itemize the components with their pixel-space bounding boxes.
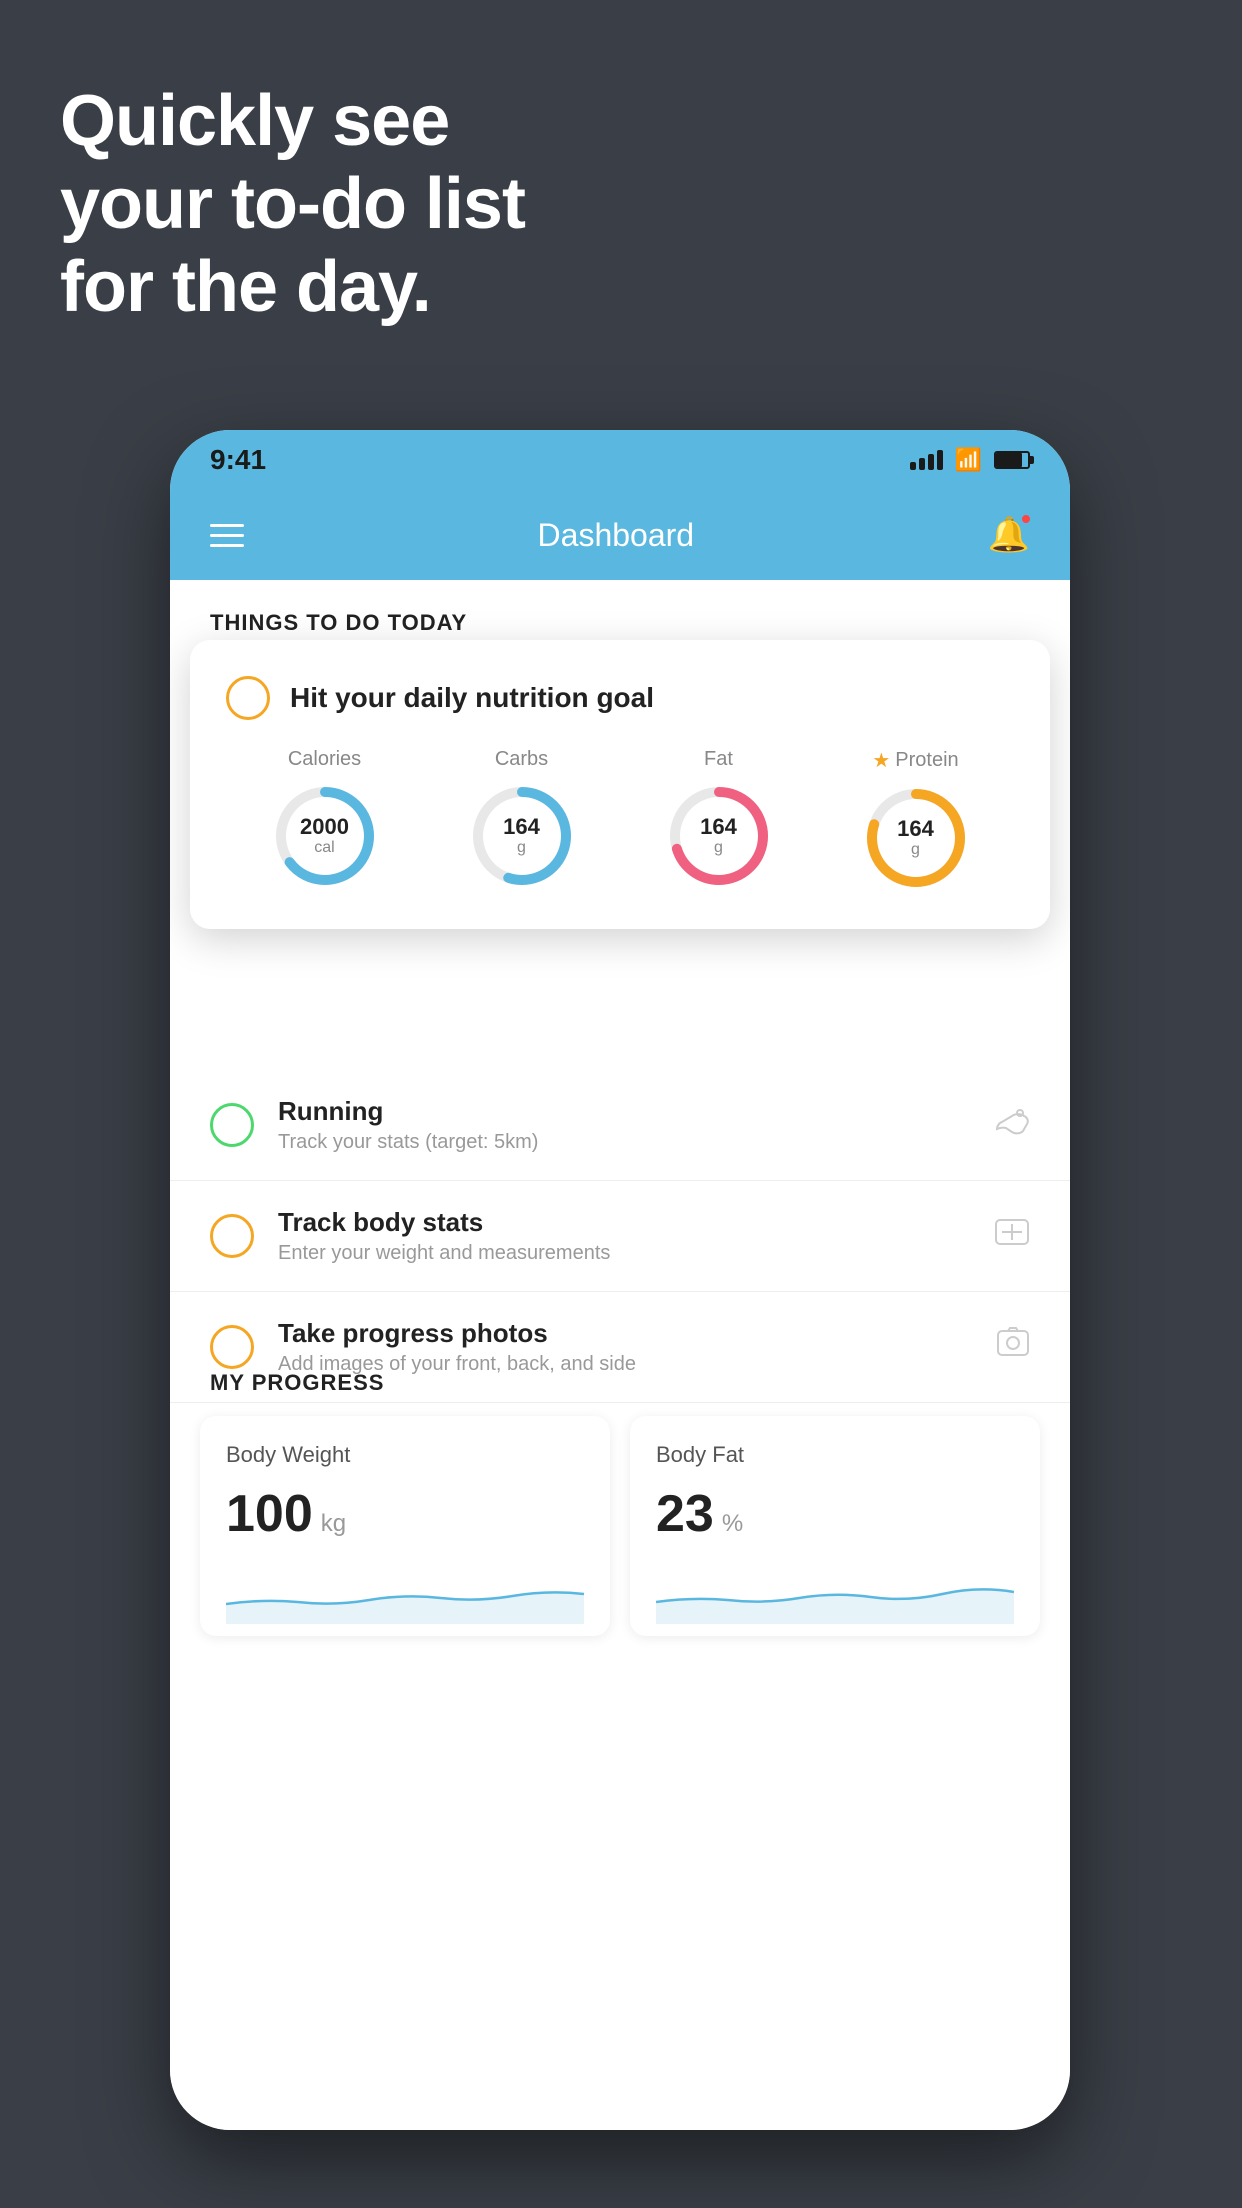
notification-dot: [1020, 513, 1032, 525]
todo-circle-body-stats: [210, 1214, 254, 1258]
protein-label: Protein: [895, 749, 958, 772]
headline-line1: Quickly see: [60, 80, 525, 163]
body-weight-value: 100: [226, 1484, 313, 1544]
todo-item-running[interactable]: Running Track your stats (target: 5km): [170, 1070, 1070, 1181]
body-weight-label: Body Weight: [226, 1442, 584, 1468]
header-title: Dashboard: [538, 517, 695, 554]
progress-cards: Body Weight 100 kg Body Fat 23 %: [170, 1416, 1070, 1636]
calories-donut: 2000 cal: [270, 781, 380, 891]
hamburger-menu-icon[interactable]: [210, 524, 244, 547]
notification-bell-icon[interactable]: 🔔: [988, 515, 1030, 555]
app-header: Dashboard 🔔: [170, 490, 1070, 580]
protein-donut: 164 g: [861, 783, 971, 893]
fat-unit: g: [700, 839, 737, 857]
todo-item-body-stats[interactable]: Track body stats Enter your weight and m…: [170, 1181, 1070, 1292]
body-weight-card[interactable]: Body Weight 100 kg: [200, 1416, 610, 1636]
todo-subtitle-running: Track your stats (target: 5km): [278, 1131, 970, 1154]
protein-value: 164: [897, 817, 934, 841]
progress-header: MY PROGRESS: [170, 1340, 1070, 1416]
calories-unit: cal: [300, 839, 349, 857]
todo-circle-running: [210, 1103, 254, 1147]
calories-value: 2000: [300, 815, 349, 839]
protein-item: ★ Protein 164 g: [861, 748, 971, 893]
headline: Quickly see your to-do list for the day.: [60, 80, 525, 328]
nutrition-card-title: Hit your daily nutrition goal: [290, 682, 654, 714]
todo-text-body-stats: Track body stats Enter your weight and m…: [278, 1207, 970, 1265]
carbs-item: Carbs 164 g: [467, 748, 577, 891]
scale-icon: [994, 1216, 1030, 1256]
running-icon: [994, 1107, 1030, 1144]
todo-text-running: Running Track your stats (target: 5km): [278, 1096, 970, 1154]
body-fat-chart: [656, 1564, 1014, 1624]
fat-value: 164: [700, 815, 737, 839]
wifi-icon: 📶: [955, 447, 982, 473]
body-fat-value-row: 23 %: [656, 1484, 1014, 1544]
fat-donut: 164 g: [664, 781, 774, 891]
nutrition-card-title-row: Hit your daily nutrition goal: [226, 676, 1014, 720]
nutrition-card[interactable]: Hit your daily nutrition goal Calories 2…: [190, 640, 1050, 929]
headline-line3: for the day.: [60, 246, 525, 329]
body-fat-label: Body Fat: [656, 1442, 1014, 1468]
protein-unit: g: [897, 841, 934, 859]
carbs-value: 164: [503, 815, 540, 839]
carbs-label: Carbs: [495, 748, 548, 771]
signal-icon: [910, 450, 943, 470]
body-fat-value: 23: [656, 1484, 714, 1544]
carbs-donut: 164 g: [467, 781, 577, 891]
calories-item: Calories 2000 cal: [270, 748, 380, 891]
progress-section: MY PROGRESS Body Weight 100 kg Body Fat: [170, 1340, 1070, 1636]
status-icons: 📶: [910, 447, 1030, 473]
star-icon: ★: [872, 748, 890, 773]
phone-frame: 9:41 📶 Dashboard 🔔 THINGS TO DO TODAY: [170, 430, 1070, 2130]
app-content: THINGS TO DO TODAY Hit your daily nutrit…: [170, 580, 1070, 2130]
nutrition-circles: Calories 2000 cal Carbs: [226, 748, 1014, 893]
body-weight-unit: kg: [321, 1510, 346, 1538]
todo-title-body-stats: Track body stats: [278, 1207, 970, 1238]
body-weight-value-row: 100 kg: [226, 1484, 584, 1544]
fat-label: Fat: [704, 748, 733, 771]
todo-subtitle-body-stats: Enter your weight and measurements: [278, 1242, 970, 1265]
fat-item: Fat 164 g: [664, 748, 774, 891]
body-weight-chart: [226, 1564, 584, 1624]
status-time: 9:41: [210, 444, 266, 476]
status-bar: 9:41 📶: [170, 430, 1070, 490]
todo-title-running: Running: [278, 1096, 970, 1127]
battery-icon: [994, 451, 1030, 469]
carbs-unit: g: [503, 839, 540, 857]
calories-label: Calories: [288, 748, 361, 771]
body-fat-unit: %: [722, 1510, 743, 1538]
body-fat-card[interactable]: Body Fat 23 %: [630, 1416, 1040, 1636]
nutrition-check-circle: [226, 676, 270, 720]
protein-label-row: ★ Protein: [872, 748, 958, 773]
headline-line2: your to-do list: [60, 163, 525, 246]
